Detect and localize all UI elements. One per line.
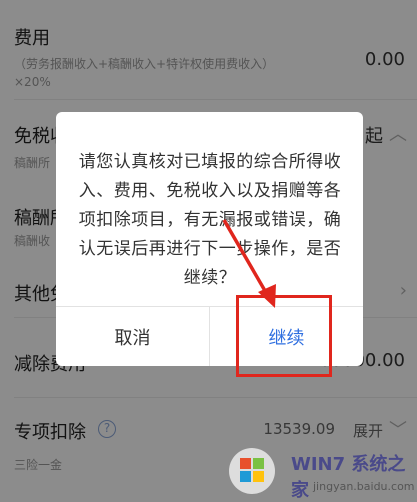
watermark: WIN7 系统之家 jingyan.baidu.com	[213, 442, 415, 501]
windows-flag-icon	[240, 458, 264, 482]
watermark-text: WIN7 系统之家	[291, 454, 406, 501]
cancel-button[interactable]: 取消	[56, 307, 209, 366]
watermark-url: jingyan.baidu.com	[313, 480, 415, 493]
annotation-highlight-box	[236, 295, 332, 377]
dialog-message: 请您认真核对已填报的综合所得收入、费用、免税收入以及捐赠等各项扣除项目，有无漏报…	[78, 152, 342, 288]
